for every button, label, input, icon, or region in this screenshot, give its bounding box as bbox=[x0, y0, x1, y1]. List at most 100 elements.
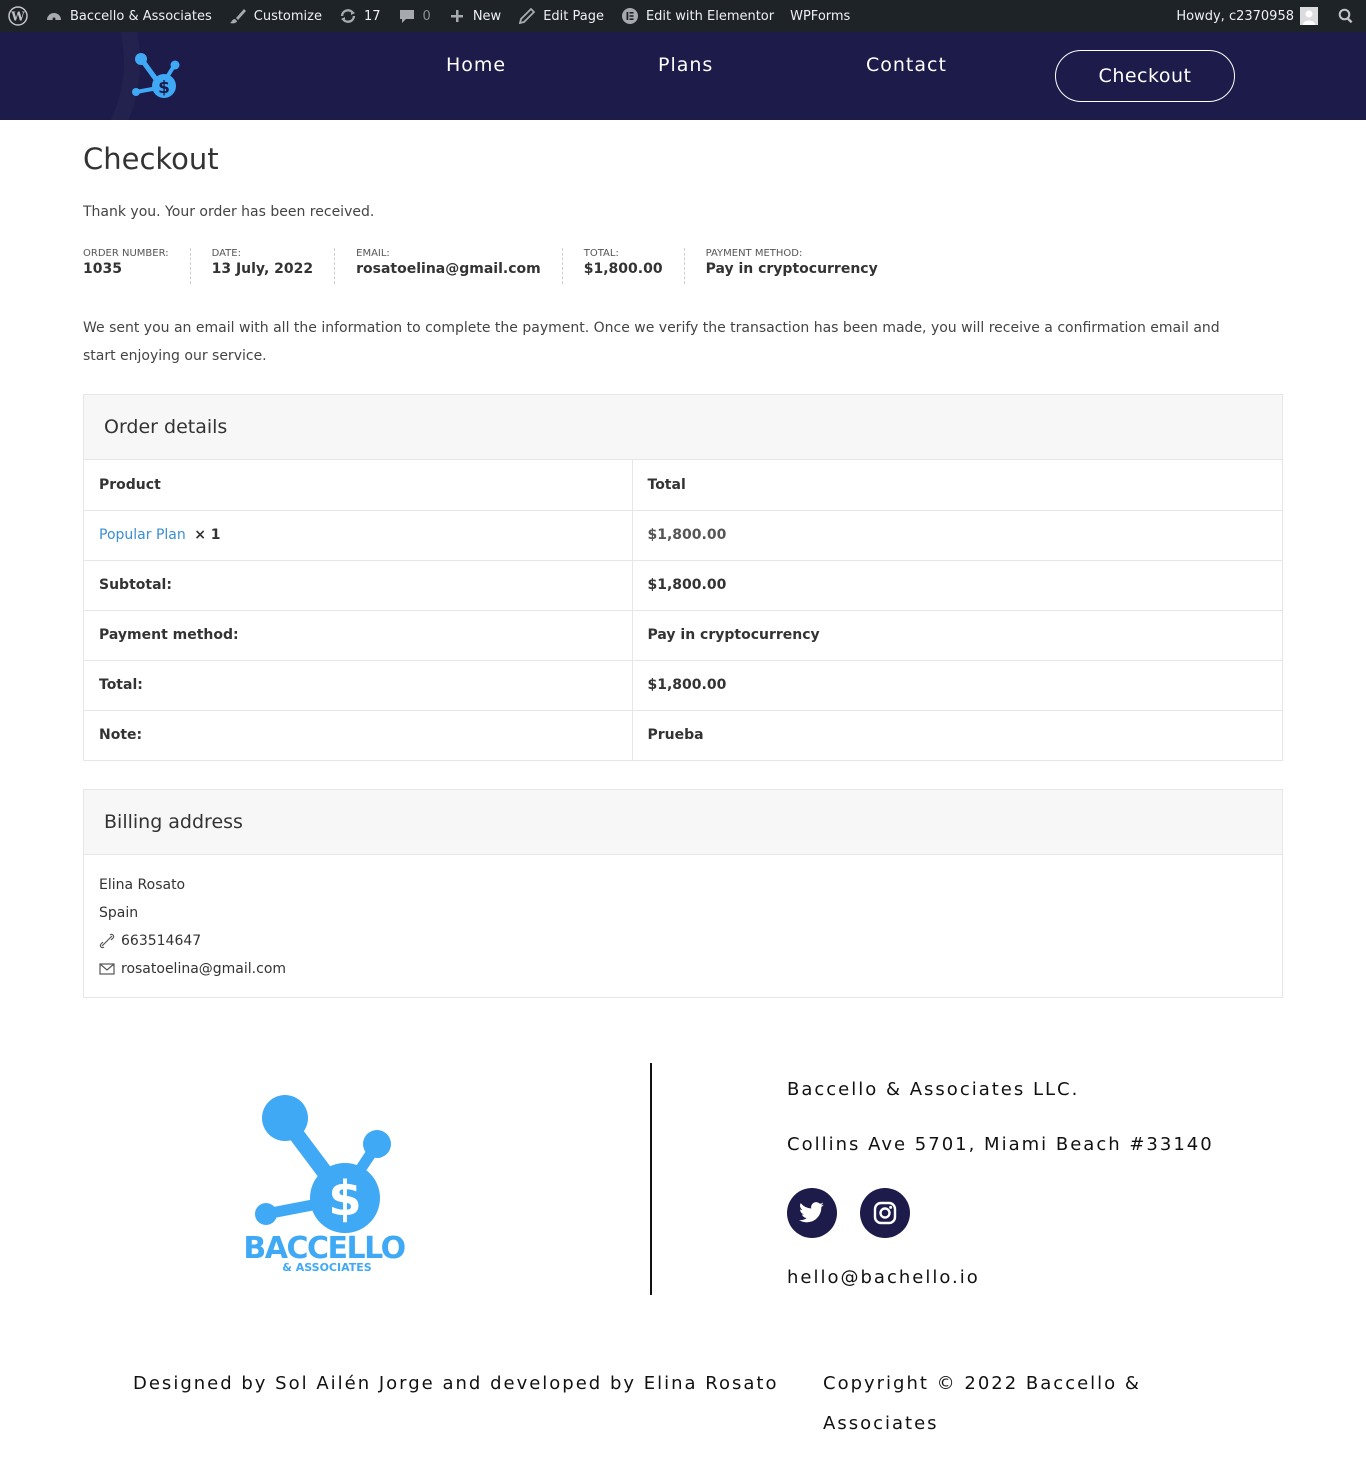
nav-plans[interactable]: Plans bbox=[658, 54, 713, 76]
billing-name: Elina Rosato bbox=[99, 877, 186, 893]
billing-heading: Billing address bbox=[84, 790, 1282, 855]
site-header: $ Home Plans Contact Checkout bbox=[0, 32, 1366, 120]
twitter-link[interactable] bbox=[787, 1188, 837, 1238]
order-overview: Order number: 1035 Date: 13 July, 2022 E… bbox=[83, 248, 920, 284]
nav-home[interactable]: Home bbox=[446, 54, 506, 76]
order-email-label: Email: bbox=[356, 248, 390, 259]
subtotal-label: Subtotal: bbox=[84, 559, 633, 610]
svg-text:W: W bbox=[10, 10, 25, 24]
order-details-table: Product Total Popular Plan × 1 $1,800.00… bbox=[84, 460, 1282, 760]
table-row: Subtotal: $1,800.00 bbox=[84, 559, 1282, 610]
order-payment-value: Pay in cryptocurrency bbox=[705, 261, 878, 277]
footer-credits: Designed by Sol Ailén Jorge and develope… bbox=[133, 1373, 779, 1394]
avatar bbox=[1300, 7, 1318, 25]
order-number-value: 1035 bbox=[83, 261, 122, 277]
wpforms-label: WPForms bbox=[790, 8, 851, 24]
table-row: Payment method: Pay in cryptocurrency bbox=[84, 609, 1282, 660]
pencil-icon bbox=[517, 6, 537, 26]
payment-instructions: We sent you an email with all the inform… bbox=[83, 320, 1220, 364]
edit-elementor-label: Edit with Elementor bbox=[645, 8, 775, 24]
account-menu[interactable]: Howdy, c2370958 bbox=[1168, 0, 1326, 32]
phone-icon bbox=[99, 933, 115, 949]
product-link[interactable]: Popular Plan bbox=[99, 527, 186, 543]
footer-logo: $ BACCELLO & ASSOCIATES bbox=[236, 1090, 416, 1280]
footer-email-link[interactable]: hello@bachello.io bbox=[787, 1267, 980, 1288]
order-email-item: Email: rosatoelina@gmail.com bbox=[356, 248, 563, 284]
wordpress-logo[interactable]: W bbox=[0, 0, 36, 32]
edit-elementor-link[interactable]: Edit with Elementor bbox=[612, 0, 782, 32]
copyright-line-2: Associates bbox=[823, 1413, 939, 1434]
footer-company: Baccello & Associates LLC. bbox=[787, 1079, 1080, 1100]
instagram-link[interactable] bbox=[860, 1188, 910, 1238]
order-payment-label: Payment method: bbox=[705, 248, 803, 259]
order-details-heading: Order details bbox=[84, 395, 1282, 460]
checkout-button[interactable]: Checkout bbox=[1055, 50, 1235, 102]
table-row: Total: $1,800.00 bbox=[84, 659, 1282, 710]
order-date-value: 13 July, 2022 bbox=[211, 261, 314, 277]
wordpress-icon: W bbox=[8, 6, 28, 26]
admin-search[interactable] bbox=[1326, 0, 1366, 32]
product-quantity: × 1 bbox=[194, 527, 221, 543]
envelope-icon bbox=[99, 961, 115, 977]
order-total-value: $1,800.00 bbox=[583, 261, 663, 277]
updates-link[interactable]: 17 bbox=[330, 0, 389, 32]
instagram-icon bbox=[873, 1201, 897, 1225]
order-received-notice: Thank you. Your order has been received. bbox=[83, 204, 375, 220]
admin-bar: W Baccello & Associates Customize 17 0 N… bbox=[0, 0, 1366, 32]
logo-subtext: & ASSOCIATES bbox=[282, 1261, 371, 1274]
table-row: Note: Prueba bbox=[84, 709, 1282, 760]
refresh-icon bbox=[338, 6, 358, 26]
plus-icon bbox=[447, 6, 467, 26]
elementor-icon bbox=[620, 6, 640, 26]
table-header-row: Product Total bbox=[84, 460, 1282, 510]
baccello-logo-icon: $ bbox=[132, 53, 180, 98]
column-header-total: Total bbox=[647, 476, 686, 493]
site-logo[interactable]: $ bbox=[130, 52, 184, 104]
comment-icon bbox=[397, 6, 417, 26]
order-number-label: Order number: bbox=[83, 248, 169, 259]
billing-phone-line: 663514647 bbox=[99, 927, 1267, 955]
svg-text:$: $ bbox=[158, 78, 170, 98]
baccello-logo: $ BACCELLO & ASSOCIATES bbox=[243, 1095, 406, 1274]
product-cell: Popular Plan × 1 bbox=[84, 509, 633, 560]
dashboard-icon bbox=[44, 6, 64, 26]
payment-method-label: Payment method: bbox=[84, 609, 633, 660]
order-email-value: rosatoelina@gmail.com bbox=[356, 261, 541, 277]
twitter-icon bbox=[799, 1202, 824, 1223]
edit-page-label: Edit Page bbox=[543, 8, 604, 24]
order-details-section: Order details Product Total Popular Plan… bbox=[83, 394, 1283, 761]
new-content-link[interactable]: New bbox=[439, 0, 509, 32]
copyright-line-1: Copyright © 2022 Baccello & bbox=[823, 1373, 1141, 1394]
product-total: $1,800.00 bbox=[632, 509, 1282, 560]
edit-page-link[interactable]: Edit Page bbox=[509, 0, 612, 32]
note-value: Prueba bbox=[632, 709, 1282, 760]
howdy-label: Howdy, c2370958 bbox=[1176, 8, 1294, 24]
comments-count: 0 bbox=[422, 8, 431, 24]
svg-text:$: $ bbox=[328, 1171, 361, 1227]
nav-contact[interactable]: Contact bbox=[866, 54, 947, 76]
comments-link[interactable]: 0 bbox=[389, 0, 439, 32]
page-title: Checkout bbox=[83, 142, 219, 176]
order-payment-item: Payment method: Pay in cryptocurrency bbox=[706, 248, 899, 284]
billing-email-line: rosatoelina@gmail.com bbox=[99, 955, 1267, 983]
customize-link[interactable]: Customize bbox=[220, 0, 330, 32]
footer-copyright: Copyright © 2022 Baccello & Associates bbox=[823, 1373, 1141, 1444]
header-decoration bbox=[0, 32, 140, 120]
search-icon bbox=[1338, 8, 1353, 24]
billing-address: Elina Rosato Spain 663514647 rosatoelina… bbox=[84, 855, 1282, 997]
wpforms-link[interactable]: WPForms bbox=[782, 0, 858, 32]
billing-phone: 663514647 bbox=[121, 933, 202, 949]
total-label: Total: bbox=[84, 659, 633, 710]
order-number-item: Order number: 1035 bbox=[83, 248, 191, 284]
order-date-item: Date: 13 July, 2022 bbox=[212, 248, 336, 284]
subtotal-value: $1,800.00 bbox=[632, 559, 1282, 610]
paintbrush-icon bbox=[228, 6, 248, 26]
billing-email: rosatoelina@gmail.com bbox=[121, 961, 287, 977]
table-row-product: Popular Plan × 1 $1,800.00 bbox=[84, 509, 1282, 560]
note-label: Note: bbox=[84, 709, 633, 760]
billing-country: Spain bbox=[99, 905, 139, 921]
order-total-label: Total: bbox=[583, 248, 619, 259]
new-label: New bbox=[472, 8, 502, 24]
site-name-menu[interactable]: Baccello & Associates bbox=[36, 0, 220, 32]
total-value: $1,800.00 bbox=[632, 659, 1282, 710]
